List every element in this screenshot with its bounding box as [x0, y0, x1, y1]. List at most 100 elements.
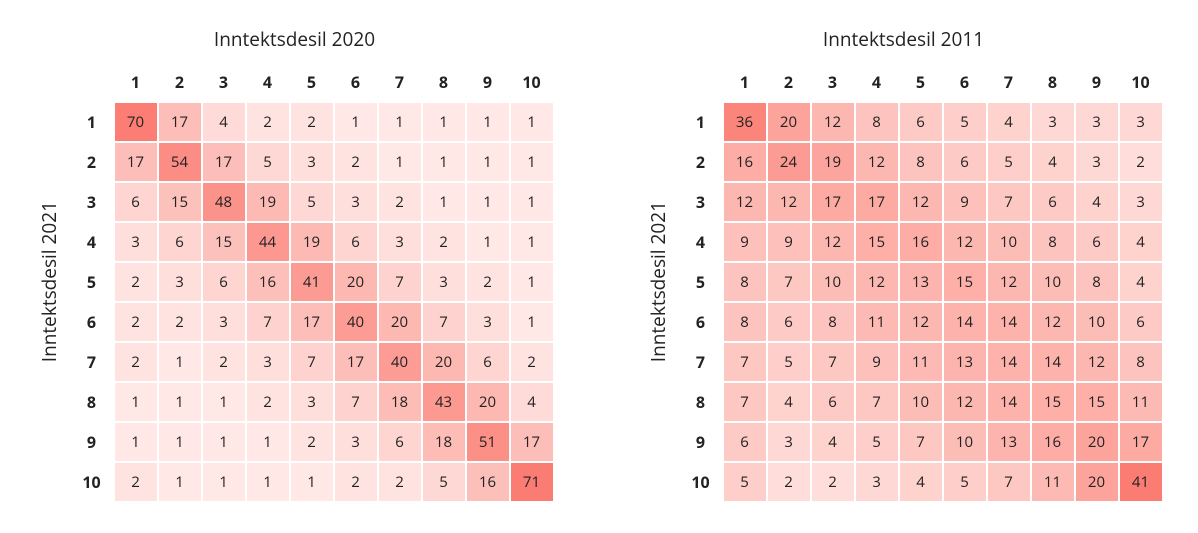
heatmap-cell: 9 — [855, 342, 899, 382]
heatmap-cell: 7 — [290, 342, 334, 382]
heatmap-row: 4991215161210864 — [679, 222, 1163, 262]
heatmap-cell: 16 — [1031, 422, 1075, 462]
heatmap-cell: 17 — [158, 102, 202, 142]
heatmap-cell: 9 — [943, 182, 987, 222]
row-label: 7 — [70, 342, 114, 382]
heatmap-cell: 6 — [202, 262, 246, 302]
heatmap-row: 87467101214151511 — [679, 382, 1163, 422]
heatmap-cell: 2 — [378, 182, 422, 222]
heatmap-cell: 2 — [290, 102, 334, 142]
heatmap-cell: 7 — [767, 262, 811, 302]
heatmap-cell: 17 — [1119, 422, 1163, 462]
heatmap-cell: 5 — [987, 142, 1031, 182]
heatmap-cell: 54 — [158, 142, 202, 182]
heatmap-cell: 3 — [767, 422, 811, 462]
heatmap-cell: 10 — [1031, 262, 1075, 302]
heatmap-cell: 4 — [987, 102, 1031, 142]
heatmap-cell: 16 — [466, 462, 510, 502]
row-label: 6 — [70, 302, 114, 342]
heatmap-cell: 16 — [246, 262, 290, 302]
heatmap-cell: 6 — [1075, 222, 1119, 262]
heatmap-cell: 4 — [1119, 222, 1163, 262]
heatmap-cell: 2 — [1119, 142, 1163, 182]
heatmap-cell: 8 — [723, 262, 767, 302]
heatmap-cell: 1 — [246, 422, 290, 462]
heatmap-cell: 8 — [855, 102, 899, 142]
heatmap-cell: 2 — [334, 142, 378, 182]
heatmap-cell: 2 — [510, 342, 554, 382]
heatmap-cell: 14 — [1031, 342, 1075, 382]
heatmap-cell: 3 — [422, 262, 466, 302]
heatmap-cell: 6 — [1119, 302, 1163, 342]
col-label: 2 — [158, 62, 202, 102]
heatmap-cell: 5 — [290, 182, 334, 222]
heatmap-cell: 2 — [378, 462, 422, 502]
heatmap-row: 13620128654333 — [679, 102, 1163, 142]
heatmap-cell: 12 — [943, 382, 987, 422]
heatmap-row: 43615441963211 — [70, 222, 554, 262]
heatmap-cell: 7 — [723, 342, 767, 382]
col-label: 7 — [987, 62, 1031, 102]
heatmap-cell: 2 — [290, 422, 334, 462]
heatmap-cell: 3 — [202, 302, 246, 342]
heatmap-cell: 5 — [943, 462, 987, 502]
heatmap-cell: 3 — [290, 382, 334, 422]
heatmap-cell: 15 — [158, 182, 202, 222]
heatmap-cell: 11 — [855, 302, 899, 342]
heatmap-cell: 12 — [1031, 302, 1075, 342]
heatmap-cell: 1 — [202, 462, 246, 502]
col-label: 7 — [378, 62, 422, 102]
heatmap-row: 3121217171297643 — [679, 182, 1163, 222]
panel-outer: Inntektsdesil 20211234567891017017422111… — [36, 62, 554, 502]
heatmap-cell: 48 — [202, 182, 246, 222]
heatmap-cell: 24 — [767, 142, 811, 182]
col-label: 3 — [202, 62, 246, 102]
heatmap-cell: 70 — [114, 102, 158, 142]
row-label: 4 — [70, 222, 114, 262]
heatmap-cell: 36 — [723, 102, 767, 142]
row-label: 9 — [679, 422, 723, 462]
heatmap-cell: 1 — [334, 102, 378, 142]
heatmap-cell: 3 — [1075, 102, 1119, 142]
heatmap-row: 62237174020731 — [70, 302, 554, 342]
heatmap-cell: 2 — [114, 462, 158, 502]
heatmap-cell: 17 — [114, 142, 158, 182]
col-label: 4 — [246, 62, 290, 102]
col-label: 3 — [811, 62, 855, 102]
heatmap-cell: 6 — [899, 102, 943, 142]
heatmap-cell: 16 — [723, 142, 767, 182]
heatmap-row: 9634571013162017 — [679, 422, 1163, 462]
heatmap-cell: 12 — [811, 222, 855, 262]
heatmap-cell: 1 — [422, 142, 466, 182]
row-label: 1 — [70, 102, 114, 142]
heatmap-cell: 12 — [855, 262, 899, 302]
heatmap-cell: 12 — [987, 262, 1031, 302]
heatmap-cell: 20 — [767, 102, 811, 142]
heatmap-cell: 2 — [422, 222, 466, 262]
heatmap-cell: 13 — [943, 342, 987, 382]
heatmap-cell: 17 — [202, 142, 246, 182]
heatmap-cell: 3 — [246, 342, 290, 382]
heatmap-cell: 17 — [334, 342, 378, 382]
row-label: 2 — [679, 142, 723, 182]
col-label: 8 — [422, 62, 466, 102]
heatmap-cell: 6 — [334, 222, 378, 262]
heatmap-cell: 14 — [943, 302, 987, 342]
heatmap-row: 10211112251671 — [70, 462, 554, 502]
heatmap-cell: 8 — [1031, 222, 1075, 262]
corner-spacer — [70, 62, 114, 102]
heatmap-cell: 5 — [943, 102, 987, 142]
heatmap-cell: 2 — [466, 262, 510, 302]
heatmap-cell: 51 — [466, 422, 510, 462]
heatmap-cell: 19 — [290, 222, 334, 262]
heatmap-cell: 14 — [987, 382, 1031, 422]
heatmap-cell: 1 — [466, 142, 510, 182]
heatmap-cell: 8 — [899, 142, 943, 182]
heatmap-cell: 3 — [1031, 102, 1075, 142]
heatmap-cell: 2 — [246, 102, 290, 142]
row-label: 8 — [70, 382, 114, 422]
heatmap-cell: 71 — [510, 462, 554, 502]
heatmap-cell: 13 — [987, 422, 1031, 462]
heatmap-cell: 18 — [422, 422, 466, 462]
heatmap-panel: Inntektsdesil 2020Inntektsdesil 20211234… — [36, 20, 554, 502]
